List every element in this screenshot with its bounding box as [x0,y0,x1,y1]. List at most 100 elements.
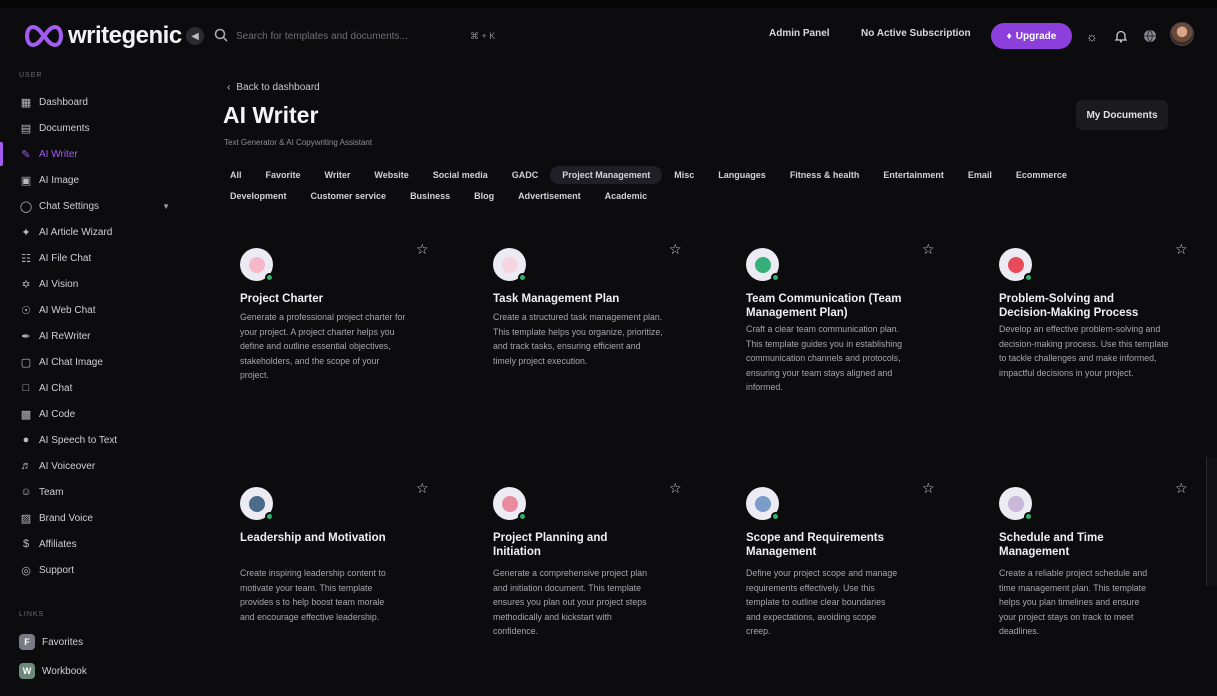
filter-academic[interactable]: Academic [593,187,660,205]
sidebar-item-label: Team [39,486,64,498]
sidebar-item-ai-rewriter[interactable]: ✒ AI ReWriter [0,324,180,348]
sidebar-item-ai-writer[interactable]: ✎ AI Writer [0,142,180,166]
sidebar-item-ai-chat[interactable]: □ AI Chat [0,376,180,400]
sidebar-item-ai-voiceover[interactable]: ♬ AI Voiceover [0,454,180,478]
template-card[interactable]: ☆ Schedule and Time Management Create a re… [982,475,1212,675]
filter-fitness-health[interactable]: Fitness & health [778,166,872,184]
filter-email[interactable]: Email [956,166,1004,184]
dollar-icon: $ [22,538,30,550]
mic-icon: ● [22,434,30,446]
sidebar-item-label: AI Chat Image [39,356,103,368]
subscription-status-link[interactable]: No Active Subscription [861,28,971,39]
language-globe-icon[interactable] [1142,28,1158,44]
sidebar-section-links: LINKS [19,611,45,618]
sidebar-item-chat-settings[interactable]: ◯ Chat Settings ▼ [0,194,180,218]
filter-website[interactable]: Website [362,166,420,184]
user-avatar[interactable] [1170,22,1194,46]
admin-panel-link[interactable]: Admin Panel [769,28,830,39]
favorite-star-icon[interactable]: ☆ [1175,480,1188,497]
template-card[interactable]: ☆ Problem-Solving and Decision-Making Pro… [982,236,1212,436]
template-title: Problem-Solving and Decision-Making Proc… [999,293,1139,319]
logo-text: writegenic [68,22,182,49]
sidebar-item-dashboard[interactable]: ▦ Dashboard [0,90,180,114]
back-to-dashboard-link[interactable]: ‹ Back to dashboard [227,82,320,93]
filter-all[interactable]: All [218,166,254,184]
favorite-star-icon[interactable]: ☆ [669,241,682,258]
sidebar-item-ai-code[interactable]: ▩ AI Code [0,402,180,426]
filter-writer[interactable]: Writer [313,166,363,184]
diamond-icon: ♦ [1006,30,1012,42]
sidebar-item-label: Brand Voice [39,512,93,524]
filter-row: All Favorite Writer Website Social media GADC… [218,164,1178,185]
sidebar-link-favorites[interactable]: F Favorites [0,630,180,654]
upgrade-button[interactable]: ♦ Upgrade [991,23,1072,49]
sidebar-item-label: AI ReWriter [39,330,91,342]
back-label: Back to dashboard [236,82,320,93]
sidebar-item-ai-file-chat[interactable]: ☷ AI File Chat [0,246,180,270]
sidebar-item-documents[interactable]: ▤ Documents [0,116,180,140]
sidebar-item-ai-vision[interactable]: ✡ AI Vision [0,272,180,296]
template-description: Generate a professional project charter … [240,312,406,381]
my-documents-button[interactable]: My Documents [1076,100,1168,130]
sidebar-item-support[interactable]: ◎ Support [0,558,180,582]
filter-social-media[interactable]: Social media [421,166,500,184]
template-card[interactable]: ☆ Project Planning and Initiation Generate… [476,475,706,675]
filter-languages[interactable]: Languages [706,166,778,184]
filter-advertisement[interactable]: Advertisement [506,187,593,205]
sidebar-item-ai-speech-to-text[interactable]: ● AI Speech to Text [0,428,180,452]
filter-entertainment[interactable]: Entertainment [871,166,956,184]
code-icon: ▩ [20,408,32,421]
favorite-star-icon[interactable]: ☆ [922,480,935,497]
search-input[interactable] [236,30,466,42]
template-card[interactable]: ☆ Leadership and Motivation Create inspiri… [223,475,453,675]
edge-panel [1206,457,1217,586]
filter-ecommerce[interactable]: Ecommerce [1004,166,1079,184]
sidebar-link-workbook[interactable]: W Workbook [0,659,180,683]
filter-project-management[interactable]: Project Management [550,165,663,184]
template-card[interactable]: ☆ Project Charter Generate a professional … [223,236,453,436]
template-card[interactable]: ☆ Team Communication (Team Management Pla… [729,236,959,436]
template-icon [746,487,780,521]
sidebar-item-ai-article-wizard[interactable]: ✦ AI Article Wizard [0,220,180,244]
sidebar-item-affiliates[interactable]: $ Affiliates [0,532,180,556]
template-card[interactable]: ☆ Task Management Plan Create a structured… [476,236,706,436]
chat-bubble-icon: □ [22,382,30,394]
favorite-star-icon[interactable]: ☆ [416,241,429,258]
template-title: Project Planning and Initiation [493,532,608,558]
filter-customer-service[interactable]: Customer service [299,187,399,205]
favorite-star-icon[interactable]: ☆ [1175,241,1188,258]
sidebar-item-ai-web-chat[interactable]: ☉ AI Web Chat [0,298,180,322]
search-bar[interactable]: ⌘ + K [214,24,514,48]
sidebar-item-team[interactable]: ☺ Team [0,480,180,504]
filter-favorite[interactable]: Favorite [254,166,313,184]
theme-toggle-icon[interactable]: ☼ [1084,28,1100,44]
file-icon: ☷ [21,252,31,265]
page-title: AI Writer [223,102,319,128]
collapse-sidebar-button[interactable]: ◀ [186,27,204,45]
template-title: Scope and Requirements Management [746,532,885,558]
sidebar-item-label: Dashboard [39,96,88,108]
notification-bell-icon[interactable] [1113,28,1129,44]
sidebar-item-ai-chat-image[interactable]: ▢ AI Chat Image [0,350,180,374]
template-description: Create a structured task management plan… [493,312,663,366]
filter-gadc[interactable]: GADC [500,166,551,184]
favorite-star-icon[interactable]: ☆ [922,241,935,258]
template-card[interactable]: ☆ Scope and Requirements Management Define… [729,475,959,675]
template-icon [240,248,274,282]
speaker-icon: ♬ [20,460,32,472]
template-title: Schedule and Time Management [999,532,1104,558]
page-subtitle: Text Generator & AI Copywriting Assistan… [224,138,373,147]
favorite-star-icon[interactable]: ☆ [669,480,682,497]
sidebar-item-label: AI Web Chat [39,304,96,316]
filter-blog[interactable]: Blog [462,187,506,205]
filter-misc[interactable]: Misc [662,166,706,184]
sidebar-item-brand-voice[interactable]: ▨ Brand Voice [0,506,180,530]
status-dot [265,512,274,521]
filter-row: Development Customer service Business Blog A… [218,185,1178,206]
filter-business[interactable]: Business [398,187,462,205]
logo[interactable]: writegenic [22,22,182,50]
sidebar-item-ai-image[interactable]: ▣ AI Image [0,168,180,192]
filter-development[interactable]: Development [218,187,299,205]
template-description: Craft a clear team communication plan. T… [746,324,902,393]
favorite-star-icon[interactable]: ☆ [416,480,429,497]
